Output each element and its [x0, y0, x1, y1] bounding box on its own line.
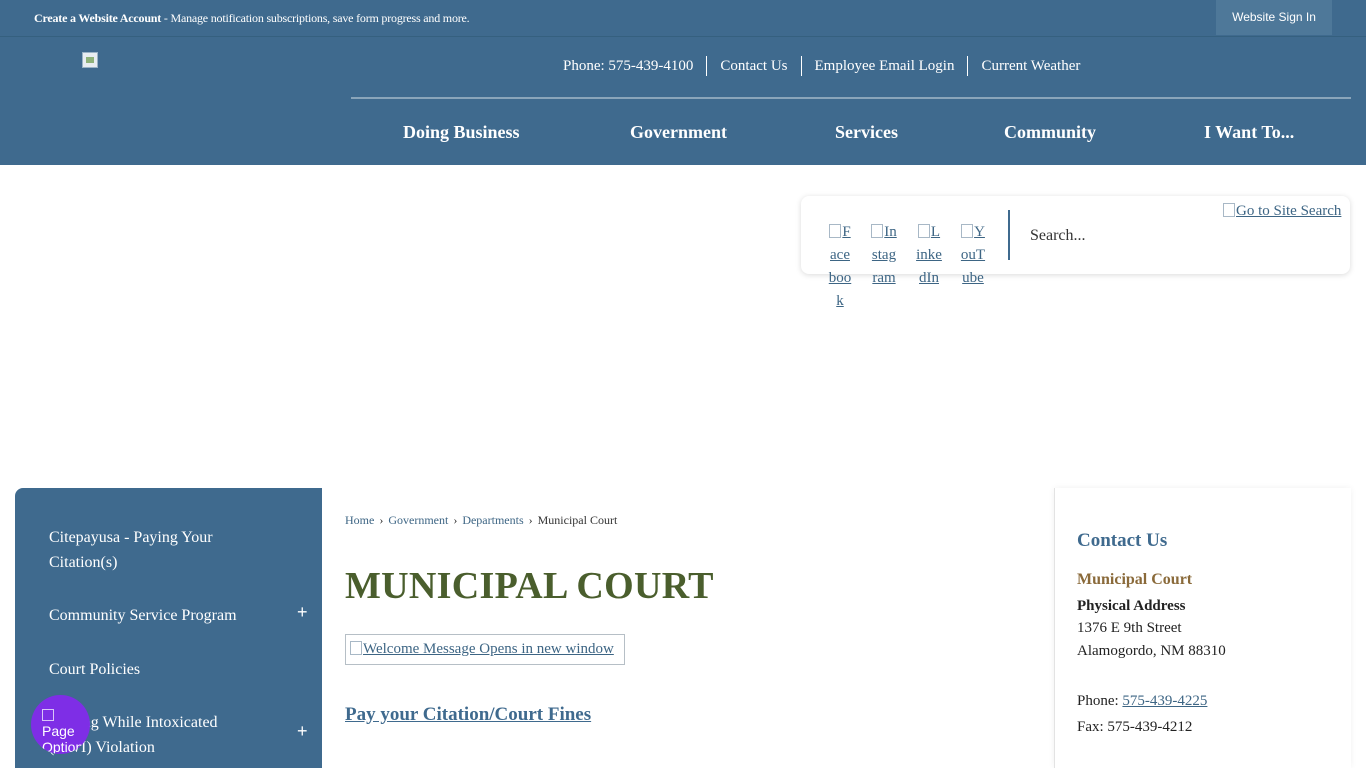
social-search-card: Facebook Instagram LinkedIn YouTube Go t…: [801, 196, 1350, 309]
expand-community-service-icon[interactable]: +: [297, 602, 308, 623]
site-header: Phone: 575-439-4100 Contact Us Employee …: [0, 36, 1366, 165]
utility-current-weather-link[interactable]: Current Weather: [967, 56, 1093, 76]
instagram-icon[interactable]: Instagram: [871, 221, 897, 290]
contact-sidebar: Contact Us Municipal Court Physical Addr…: [1054, 488, 1351, 768]
contact-phone-link[interactable]: 575-439-4225: [1122, 693, 1207, 709]
utility-links: Phone: 575-439-4100 Contact Us Employee …: [550, 56, 1093, 76]
website-sign-in-button[interactable]: Website Sign In: [1216, 0, 1332, 35]
city-logo-broken-image-icon[interactable]: [82, 52, 98, 68]
main-content: Home › Government › Departments › Munici…: [322, 488, 1054, 768]
page-title: MUNICIPAL COURT: [345, 565, 714, 607]
sidenav-item-court-policies[interactable]: Court Policies: [49, 657, 279, 682]
site-search-input[interactable]: [1030, 225, 1210, 247]
contact-fax: Fax: 575-439-4212: [1077, 719, 1193, 735]
sidenav-item-community-service[interactable]: Community Service Program: [49, 603, 279, 628]
nav-government[interactable]: Government: [630, 122, 727, 143]
pay-citation-link[interactable]: Pay your Citation/Court Fines: [345, 704, 591, 726]
linkedin-icon[interactable]: LinkedIn: [916, 221, 942, 290]
nav-doing-business[interactable]: Doing Business: [403, 122, 520, 143]
contact-phone: Phone: 575-439-4225: [1077, 693, 1208, 709]
utility-phone: Phone: 575-439-4100: [563, 58, 694, 74]
main-navigation: Doing Business Government Services Commu…: [351, 99, 1351, 166]
welcome-message-image-link[interactable]: Welcome Message Opens in new window: [345, 634, 625, 665]
account-bar: Create a Website Account - Manage notifi…: [0, 0, 1366, 36]
facebook-icon[interactable]: Facebook: [827, 221, 853, 313]
address-street: 1376 E 9th Street: [1077, 620, 1182, 636]
create-account-description: - Manage notification subscriptions, sav…: [161, 11, 470, 25]
contact-heading: Contact Us: [1077, 530, 1168, 551]
utility-employee-email-link[interactable]: Employee Email Login: [800, 56, 968, 76]
nav-services[interactable]: Services: [835, 122, 898, 143]
breadcrumb-government[interactable]: Government: [388, 513, 448, 527]
youtube-icon[interactable]: YouTube: [960, 221, 986, 290]
breadcrumb-departments[interactable]: Departments: [462, 513, 523, 527]
nav-community[interactable]: Community: [1004, 122, 1096, 143]
breadcrumb-home[interactable]: Home: [345, 513, 374, 527]
create-account-message[interactable]: Create a Website Account - Manage notifi…: [34, 11, 470, 26]
sidenav-item-citepayusa[interactable]: Citepayusa - Paying Your Citation(s): [49, 525, 279, 575]
physical-address-label: Physical Address: [1077, 598, 1186, 614]
create-account-link[interactable]: Create a Website Account: [34, 11, 161, 25]
utility-contact-us-link[interactable]: Contact Us: [706, 56, 800, 76]
site-search-button-icon[interactable]: Go to Site Search: [1223, 203, 1341, 220]
department-name: Municipal Court: [1077, 571, 1193, 588]
address-city: Alamogordo, NM 88310: [1077, 643, 1226, 659]
breadcrumb-current: Municipal Court: [537, 513, 618, 527]
expand-dwi-icon[interactable]: +: [297, 721, 308, 742]
nav-i-want-to[interactable]: I Want To...: [1204, 122, 1294, 143]
search-divider: [1008, 210, 1010, 260]
page-options-button[interactable]: Page Options: [31, 695, 90, 754]
page-options-icon: Page Options: [42, 707, 90, 754]
breadcrumb: Home › Government › Departments › Munici…: [345, 513, 618, 527]
